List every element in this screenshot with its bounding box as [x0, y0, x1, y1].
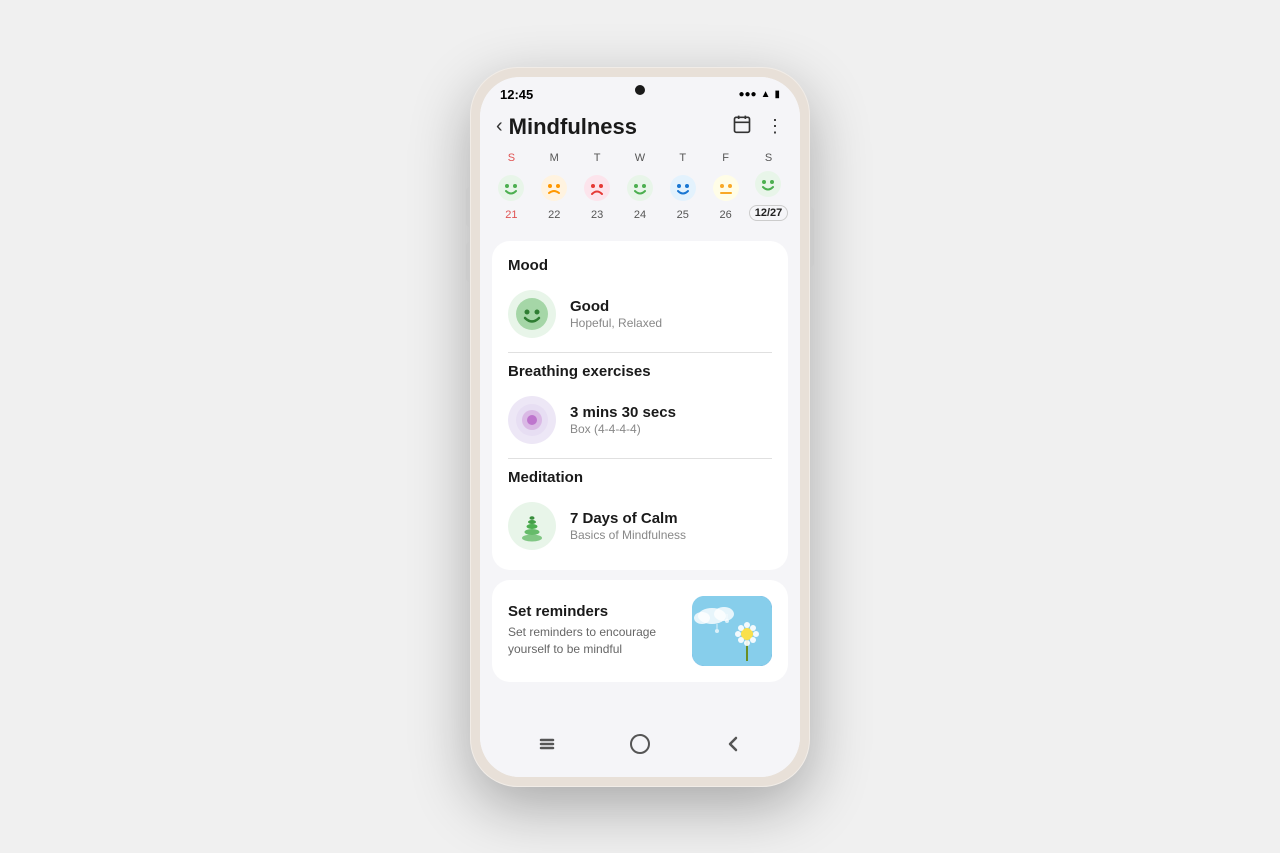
recent-apps-button[interactable] — [520, 729, 574, 765]
breathing-icon — [508, 396, 556, 444]
day-number-25: 25 — [677, 209, 689, 221]
mood-section-title: Mood — [508, 257, 772, 274]
mood-sub: Hopeful, Relaxed — [570, 316, 662, 330]
mood-face-27 — [754, 170, 782, 202]
breathing-duration: 3 mins 30 secs — [570, 404, 676, 421]
day-number-21: 21 — [505, 209, 517, 221]
mood-value: Good — [570, 298, 662, 315]
camera-notch — [635, 85, 645, 95]
battery-icon: ▮ — [774, 89, 780, 100]
meditation-section-title: Meditation — [508, 469, 772, 486]
page-title: Mindfulness — [509, 114, 732, 140]
calendar-day-25[interactable]: 25 — [665, 174, 701, 221]
calendar-day-23[interactable]: 23 — [579, 174, 615, 221]
status-time: 12:45 — [500, 87, 533, 102]
calendar-section: S M T W T F S — [480, 148, 800, 231]
day-items: 21 22 — [490, 170, 790, 221]
app-header: ‹ Mindfulness ⋮ — [480, 106, 800, 148]
breathing-item[interactable]: 3 mins 30 secs Box (4-4-4-4) — [508, 392, 772, 448]
day-label-wed: W — [622, 152, 658, 164]
day-labels: S M T W T F S — [490, 152, 790, 164]
mood-face-23 — [583, 174, 611, 206]
signal-icon: ●●● — [738, 89, 756, 100]
meditation-text-block: 7 Days of Calm Basics of Mindfulness — [570, 510, 686, 542]
reminders-card[interactable]: Set reminders Set reminders to encourage… — [492, 580, 788, 682]
calendar-day-27[interactable]: 12/27 — [750, 170, 786, 221]
calendar-day-21[interactable]: 21 — [493, 174, 529, 221]
day-number-24: 24 — [634, 209, 646, 221]
mood-face-26 — [712, 174, 740, 206]
status-icons: ●●● ▲ ▮ — [738, 89, 780, 100]
day-number-22: 22 — [548, 209, 560, 221]
mood-face-25 — [669, 174, 697, 206]
header-icons: ⋮ — [732, 114, 784, 139]
day-number-23: 23 — [591, 209, 603, 221]
reminders-description: Set reminders to encourage yourself to b… — [508, 624, 680, 658]
home-button[interactable] — [613, 729, 667, 765]
back-button[interactable]: ‹ — [496, 115, 503, 138]
phone-screen: 12:45 ●●● ▲ ▮ ‹ Mindfulness — [480, 77, 800, 777]
more-options-icon[interactable]: ⋮ — [766, 116, 784, 137]
card-divider — [508, 352, 772, 353]
mood-item[interactable]: Good Hopeful, Relaxed — [508, 286, 772, 342]
breathing-section-title: Breathing exercises — [508, 363, 772, 380]
calendar-day-24[interactable]: 24 — [622, 174, 658, 221]
back-button-nav[interactable] — [706, 729, 760, 765]
meditation-item[interactable]: 7 Days of Calm Basics of Mindfulness — [508, 498, 772, 554]
day-number-27: 12/27 — [749, 205, 789, 221]
breathing-text-block: 3 mins 30 secs Box (4-4-4-4) — [570, 404, 676, 436]
phone-frame: 12:45 ●●● ▲ ▮ ‹ Mindfulness — [470, 67, 810, 787]
wifi-icon: ▲ — [761, 89, 771, 100]
day-label-tue: T — [579, 152, 615, 164]
main-content: Mood Good Hopeful, Relaxed — [480, 231, 800, 721]
calendar-day-22[interactable]: 22 — [536, 174, 572, 221]
mood-face-24 — [626, 174, 654, 206]
meditation-sub: Basics of Mindfulness — [570, 528, 686, 542]
calendar-icon[interactable] — [732, 114, 752, 139]
bottom-nav — [480, 721, 800, 777]
card-divider-2 — [508, 458, 772, 459]
reminders-title: Set reminders — [508, 603, 680, 620]
breathing-type: Box (4-4-4-4) — [570, 422, 676, 436]
mood-face-21 — [497, 174, 525, 206]
mood-card: Mood Good Hopeful, Relaxed — [492, 241, 788, 570]
day-number-26: 26 — [720, 209, 732, 221]
mood-text-block: Good Hopeful, Relaxed — [570, 298, 662, 330]
mood-icon — [508, 290, 556, 338]
reminders-image — [692, 596, 772, 666]
meditation-program: 7 Days of Calm — [570, 510, 686, 527]
day-label-sat: S — [750, 152, 786, 164]
day-label-mon: M — [536, 152, 572, 164]
reminders-text: Set reminders Set reminders to encourage… — [508, 603, 680, 658]
mood-face-22 — [540, 174, 568, 206]
meditation-icon — [508, 502, 556, 550]
calendar-day-26[interactable]: 26 — [708, 174, 744, 221]
day-label-thu: T — [665, 152, 701, 164]
day-label-fri: F — [708, 152, 744, 164]
day-label-sun: S — [493, 152, 529, 164]
